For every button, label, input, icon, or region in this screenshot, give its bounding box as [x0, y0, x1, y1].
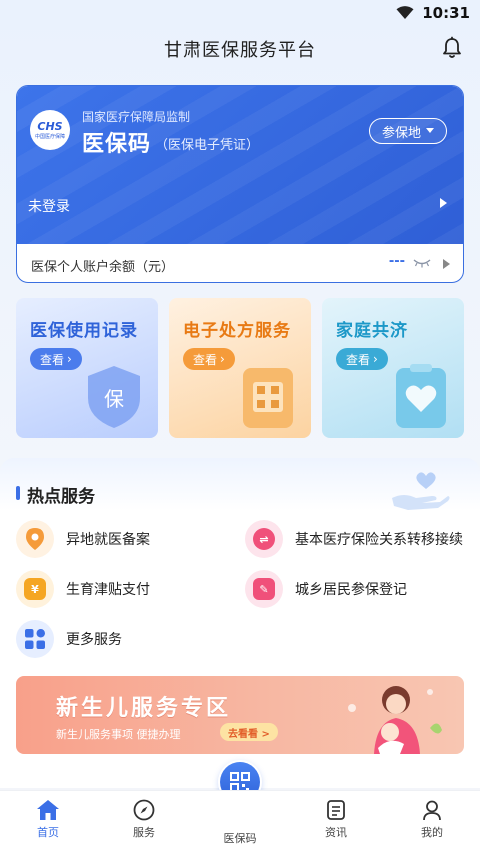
nav-label: 我的 — [421, 826, 443, 839]
login-arrow-icon[interactable] — [440, 198, 447, 208]
banner-go-button[interactable]: 去看看 > — [220, 723, 278, 741]
tile-title: 医保使用记录 — [30, 321, 138, 341]
tile-button-label: 查看 — [193, 352, 218, 367]
app-header: 甘肃医保服务平台 — [0, 30, 480, 66]
region-select-button[interactable]: 参保地 — [368, 118, 447, 144]
nav-label: 资讯 — [325, 826, 347, 839]
transfer-icon: ⇌ — [245, 520, 283, 558]
heart-card-icon — [396, 364, 446, 428]
card-supervise-text: 国家医疗保障局监制 — [82, 110, 191, 124]
login-status[interactable]: 未登录 — [28, 196, 70, 216]
tile-title: 电子处方服务 — [183, 321, 291, 341]
nav-label: 服务 — [133, 826, 155, 839]
status-bar: 10:31 — [0, 0, 480, 26]
service-resident-registration[interactable]: ✎ 城乡居民参保登记 — [245, 569, 407, 609]
service-label: 异地就医备案 — [66, 532, 150, 548]
nav-mine[interactable]: 我的 — [402, 799, 462, 840]
newborn-banner[interactable]: 新生儿服务专区 新生儿服务事项 便捷办理 去看看 > — [16, 676, 464, 754]
news-icon — [327, 800, 345, 820]
insurance-code-card[interactable]: CHS 中国医疗保障 国家医疗保障局监制 医保码 （医保电子凭证） 参保地 未登… — [16, 85, 464, 283]
user-icon — [423, 800, 441, 821]
home-icon — [37, 800, 59, 820]
eye-closed-icon[interactable] — [413, 258, 431, 268]
wifi-icon — [396, 6, 414, 19]
mother-baby-illustration — [348, 686, 442, 754]
banner-subtitle: 新生儿服务事项 便捷办理 — [56, 728, 181, 741]
card-subtitle: （医保电子凭证） — [155, 138, 260, 153]
balance-arrow-icon[interactable] — [443, 259, 450, 269]
tile-view-button[interactable]: 查看 › — [183, 348, 235, 370]
chs-logo-sub: 中国医疗保障 — [34, 134, 65, 140]
balance-value: --- — [388, 254, 405, 269]
nav-label: 首页 — [37, 826, 59, 839]
nav-home[interactable]: 首页 — [18, 799, 78, 840]
chs-logo-text: CHS — [37, 120, 63, 133]
register-icon: ✎ — [245, 570, 283, 608]
compass-icon — [133, 799, 155, 821]
balance-label: 医保个人账户余额（元） — [31, 260, 175, 275]
service-remote-medical[interactable]: 异地就医备案 — [16, 519, 150, 559]
location-pin-icon — [16, 520, 54, 558]
card-title: 医保码 — [82, 132, 152, 157]
hand-heart-icon — [392, 472, 450, 510]
nav-services[interactable]: 服务 — [114, 799, 174, 840]
nav-insurance-code-label[interactable]: 医保码 — [210, 830, 270, 846]
tile-e-prescription[interactable]: 电子处方服务 查看 › — [169, 298, 311, 438]
tile-usage-records[interactable]: 医保使用记录 查看 › 保 — [16, 298, 158, 438]
service-label: 城乡居民参保登记 — [295, 582, 407, 598]
card-top: CHS 中国医疗保障 国家医疗保障局监制 医保码 （医保电子凭证） 参保地 未登… — [17, 86, 463, 244]
service-label: 更多服务 — [66, 632, 122, 648]
tile-button-label: 查看 — [346, 352, 371, 367]
hot-services-title: 热点服务 — [27, 487, 95, 507]
page-title: 甘肃医保服务平台 — [164, 40, 316, 61]
service-label: 生育津贴支付 — [66, 582, 150, 598]
service-maternity-allowance[interactable]: ¥ 生育津贴支付 — [16, 569, 150, 609]
tile-view-button[interactable]: 查看 › — [30, 348, 82, 370]
banner-title: 新生儿服务专区 — [56, 696, 232, 721]
prescription-qr-icon — [243, 368, 293, 428]
tile-button-label: 查看 — [40, 352, 65, 367]
section-title-marker — [16, 486, 20, 500]
status-icons: 10:31 — [396, 4, 470, 22]
service-more[interactable]: 更多服务 — [16, 619, 122, 659]
region-label: 参保地 — [381, 125, 421, 141]
tile-family-sharing[interactable]: 家庭共济 查看 › — [322, 298, 464, 438]
service-transfer[interactable]: ⇌ 基本医疗保险关系转移接续 — [245, 519, 463, 559]
status-time: 10:31 — [422, 4, 470, 22]
grid-icon — [16, 620, 54, 658]
tile-title: 家庭共济 — [336, 321, 408, 341]
yuan-wallet-icon: ¥ — [16, 570, 54, 608]
tile-view-button[interactable]: 查看 › — [336, 348, 388, 370]
notification-bell-icon[interactable] — [440, 36, 464, 60]
caret-down-icon — [426, 128, 434, 133]
shield-icon: 保 — [88, 366, 140, 428]
service-label: 基本医疗保险关系转移接续 — [295, 532, 463, 548]
svg-text:保: 保 — [104, 387, 124, 411]
nav-news[interactable]: 资讯 — [306, 799, 366, 840]
chs-logo: CHS 中国医疗保障 — [30, 110, 70, 150]
